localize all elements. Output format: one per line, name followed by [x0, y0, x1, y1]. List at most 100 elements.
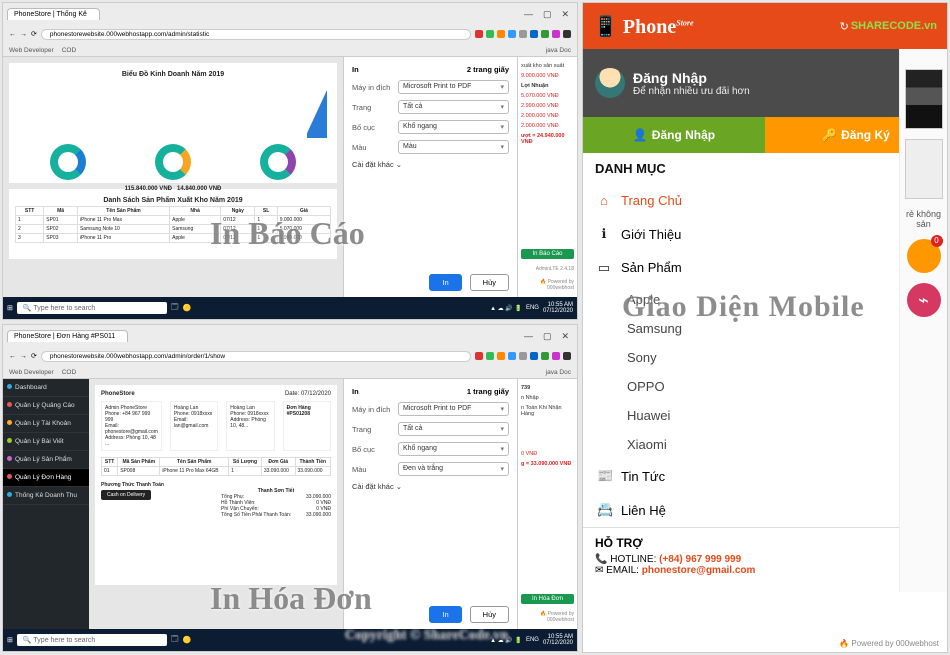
extension-icons[interactable] — [475, 30, 571, 38]
menu-news[interactable]: 📰Tin Tức — [583, 459, 947, 493]
win-max-icon[interactable]: ▢ — [543, 331, 552, 342]
select-color[interactable]: Đen và trắng▾ — [398, 462, 509, 476]
win-max-icon[interactable]: ▢ — [543, 9, 552, 20]
task-icon[interactable]: 🗔 — [171, 635, 179, 646]
menu-contact[interactable]: 📇Liên Hệ — [583, 493, 947, 527]
cancel-button[interactable]: Hủy — [470, 606, 509, 623]
task-icon[interactable]: 🗔 — [171, 303, 179, 314]
bookmark-item[interactable]: Web Developer — [9, 47, 54, 54]
footer: 🔥 Powered by 000webhost — [521, 279, 574, 291]
messenger-button[interactable]: ⌁ — [907, 283, 941, 317]
url-input[interactable]: phonestorewebsite.000webhostapp.com/admi… — [41, 351, 471, 362]
pay-label: Phương Thức Thanh Toán — [101, 482, 164, 488]
taskbar-search[interactable]: 🔍 Type here to search — [17, 634, 167, 646]
brand-item[interactable]: Huawei — [583, 401, 947, 430]
brand-item[interactable]: Samsung — [583, 314, 947, 343]
nav-back-icon[interactable]: ← — [9, 31, 16, 38]
win-close-icon[interactable]: ✕ — [561, 331, 569, 342]
brand-item[interactable]: Xiaomi — [583, 430, 947, 459]
print-button[interactable]: In — [429, 274, 461, 291]
start-icon[interactable]: ⊞ — [7, 304, 13, 312]
bookmark-item[interactable]: Web Developer — [9, 369, 54, 376]
bookmark-item[interactable]: java Doc — [546, 369, 571, 376]
print-button[interactable]: In — [429, 606, 461, 623]
sidebar-item-posts[interactable]: Quản Lý Bài Viết — [3, 433, 89, 451]
win-min-icon[interactable]: — — [524, 331, 533, 342]
print-dialog: In 2 trang giấy Máy in đích Microsoft Pr… — [343, 57, 517, 297]
brand-item[interactable]: Sony — [583, 343, 947, 372]
chrome-icon[interactable]: 🟡 — [182, 304, 191, 312]
order-number: Đơn Hàng #PS01208 — [287, 405, 311, 417]
hotline[interactable]: (+84) 967 999 999 — [659, 554, 741, 565]
cart-button[interactable] — [907, 239, 941, 273]
sidebar-item-dashboard[interactable]: Dashboard — [3, 379, 89, 397]
select-color[interactable]: Màu▾ — [398, 140, 509, 154]
browser-tab[interactable]: PhoneStore | Thống Kê — [7, 8, 100, 20]
cancel-button[interactable]: Hủy — [470, 274, 509, 291]
taskbar-search[interactable]: 🔍 Type here to search — [17, 302, 167, 314]
brand-item[interactable]: Apple — [583, 285, 947, 314]
chrome-icon[interactable]: 🟡 — [182, 636, 191, 644]
nav-fwd-icon[interactable]: → — [20, 31, 27, 38]
product-thumb[interactable] — [905, 69, 943, 129]
sharecode-badge: ↻SHARECODE.vn — [840, 20, 937, 33]
price: 9.000.000 VNĐ — [521, 73, 574, 79]
label: Trang — [352, 425, 394, 434]
select-layout[interactable]: Khổ ngang▾ — [398, 442, 509, 456]
profit-label: Lợi Nhuận — [521, 83, 574, 89]
browser-tab[interactable]: PhoneStore | Đơn Hàng #PS011 — [7, 330, 128, 342]
nav-fwd-icon[interactable]: → — [20, 353, 27, 360]
nav-reload-icon[interactable]: ⟳ — [31, 30, 37, 38]
print-pagecount: 1 trang giấy — [467, 387, 509, 396]
win-close-icon[interactable]: ✕ — [561, 9, 569, 20]
taskbar[interactable]: ⊞ 🔍 Type here to search 🗔 🟡 ▲ ☁ 🔊 🔋ENG 1… — [3, 297, 577, 319]
menu-about[interactable]: ℹGiới Thiệu — [583, 217, 947, 251]
sidebar-item-products[interactable]: Quản Lý Sản Phẩm — [3, 451, 89, 469]
sidebar-item-accounts[interactable]: Quản Lý Tài Khoản — [3, 415, 89, 433]
select-pages[interactable]: Tất cả▾ — [398, 422, 509, 436]
taskbar[interactable]: ⊞ 🔍 Type here to search 🗔 🟡 ▲ ☁ 🔊 🔋ENG 1… — [3, 629, 577, 651]
bookmarks-bar[interactable]: Web Developer COD java Doc — [3, 43, 577, 57]
sidebar-item-orders[interactable]: Quản Lý Đơn Hàng — [3, 469, 89, 487]
menu-products[interactable]: ▭Sản Phẩm — — [583, 251, 947, 285]
win-min-icon[interactable]: — — [524, 9, 533, 20]
print-preview-doc: PhoneStore Date: 07/12/2020 Admin PhoneS… — [89, 379, 343, 629]
label: Máy in đích — [352, 405, 394, 414]
login-button[interactable]: 👤 Đăng Nhập — [583, 117, 765, 153]
news-icon: 📰 — [597, 468, 611, 484]
more-settings[interactable]: Cài đặt khác ⌄ — [352, 482, 509, 491]
print-report-button[interactable]: In Báo Cáo — [521, 249, 574, 259]
sidebar-item-revenue[interactable]: Thống Kê Doanh Thu — [3, 487, 89, 505]
price: 2.990.000 VNĐ — [521, 103, 574, 109]
print-title: In — [352, 387, 359, 396]
system-tray[interactable]: ▲ ☁ 🔊 🔋ENG 10:55 AM07/12/2020 — [490, 302, 573, 315]
select-destination[interactable]: Microsoft Print to PDF▾ — [398, 402, 509, 416]
select-pages[interactable]: Tất cả▾ — [398, 100, 509, 114]
print-invoice-button[interactable]: In Hóa Đơn — [521, 594, 574, 604]
extension-icons[interactable] — [475, 352, 571, 360]
url-input[interactable]: phonestorewebsite.000webhostapp.com/admi… — [41, 29, 471, 40]
sidebar-item-ads[interactable]: Quản Lý Quảng Cáo — [3, 397, 89, 415]
chart-title: Biểu Đồ Kinh Doanh Năm 2019 — [15, 71, 331, 78]
start-icon[interactable]: ⊞ — [7, 636, 13, 644]
chevron-down-icon: ▾ — [500, 83, 504, 91]
menu-home[interactable]: ⌂Trang Chủ — [583, 184, 947, 217]
select-layout[interactable]: Khổ ngang▾ — [398, 120, 509, 134]
brand-logo[interactable]: 📱 PhoneStore — [593, 14, 694, 39]
label: Bố cục — [352, 445, 394, 454]
info-icon: ℹ — [597, 226, 611, 242]
price: 5.070.000 VNĐ — [521, 93, 574, 99]
select-destination[interactable]: Microsoft Print to PDF▾ — [398, 80, 509, 94]
chrome-top: PhoneStore | Thống Kê — ▢ ✕ ← → ⟳ phones… — [3, 3, 577, 57]
nav-back-icon[interactable]: ← — [9, 353, 16, 360]
brand-item[interactable]: OPPO — [583, 372, 947, 401]
nav-reload-icon[interactable]: ⟳ — [31, 352, 37, 360]
product-thumb[interactable] — [905, 139, 943, 199]
total: g = 33.090.000 VNĐ — [521, 461, 574, 467]
more-settings[interactable]: Cài đặt khác ⌄ — [352, 160, 509, 169]
email-link[interactable]: phonestore@gmail.com — [642, 565, 756, 576]
bookmark-item[interactable]: COD — [62, 369, 76, 376]
bookmark-item[interactable]: COD — [62, 47, 76, 54]
export-table: STTMãTên Sản PhẩmNhàNgàySLGiá 1SP01iPhon… — [15, 206, 331, 243]
bookmark-item[interactable]: java Doc — [546, 47, 571, 54]
